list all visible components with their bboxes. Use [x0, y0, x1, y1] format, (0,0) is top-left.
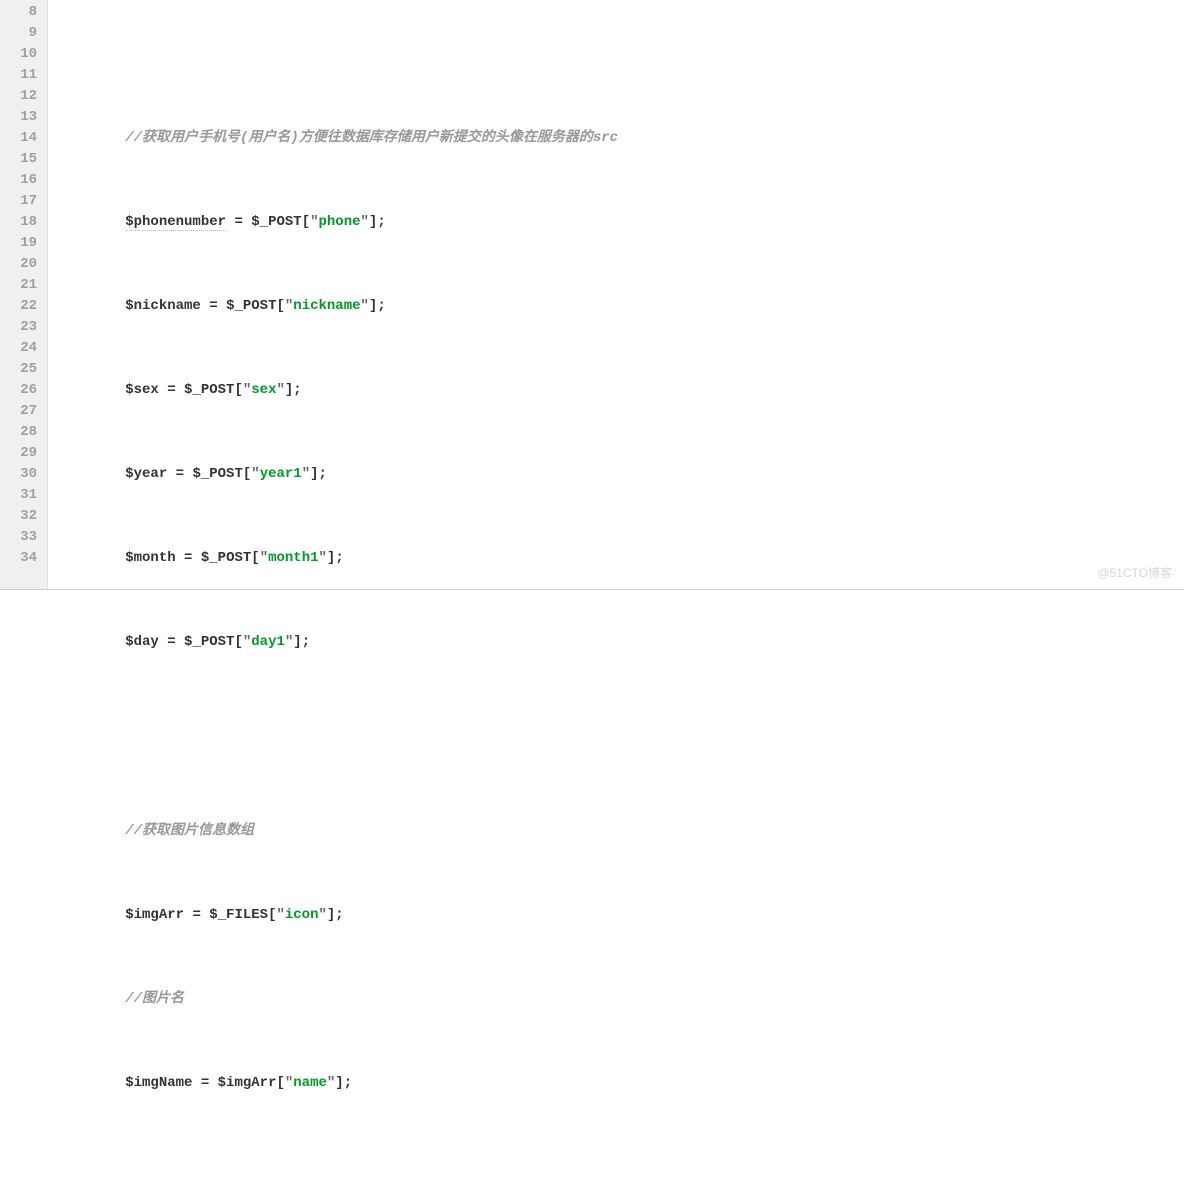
- watermark: @51CTO博客: [1097, 563, 1172, 584]
- line-number: 31: [6, 485, 37, 506]
- comment: //获取用户手机号(用户名)方便往数据库存储用户新提交的头像在服务器的src: [125, 130, 618, 146]
- line-number: 23: [6, 317, 37, 338]
- line-number: 9: [6, 23, 37, 44]
- code-line: $imgName = $imgArr["name"];: [58, 1073, 1184, 1094]
- line-number: 21: [6, 275, 37, 296]
- line-number: 13: [6, 107, 37, 128]
- code-line: $year = $_POST["year1"];: [58, 464, 1184, 485]
- line-number: 20: [6, 254, 37, 275]
- comment: //获取图片信息数组: [125, 823, 254, 839]
- comment: //图片名: [125, 991, 184, 1007]
- code-line: $sex = $_POST["sex"];: [58, 380, 1184, 401]
- line-number: 12: [6, 86, 37, 107]
- code-line: //获取图片信息数组: [58, 821, 1184, 842]
- line-number: 16: [6, 170, 37, 191]
- code-area[interactable]: //获取用户手机号(用户名)方便往数据库存储用户新提交的头像在服务器的src $…: [48, 0, 1184, 589]
- line-number: 32: [6, 506, 37, 527]
- code-line: //获取用户手机号(用户名)方便往数据库存储用户新提交的头像在服务器的src: [58, 128, 1184, 149]
- line-number: 33: [6, 527, 37, 548]
- code-line: $imgArr = $_FILES["icon"];: [58, 905, 1184, 926]
- line-number: 17: [6, 191, 37, 212]
- line-number: 24: [6, 338, 37, 359]
- code-line: //图片名: [58, 989, 1184, 1010]
- line-number: 34: [6, 548, 37, 569]
- code-line: $month = $_POST["month1"];: [58, 548, 1184, 569]
- code-line: $nickname = $_POST["nickname"];: [58, 296, 1184, 317]
- line-number: 22: [6, 296, 37, 317]
- line-number: 8: [6, 2, 37, 23]
- line-number: 14: [6, 128, 37, 149]
- line-number: 10: [6, 44, 37, 65]
- line-number: 29: [6, 443, 37, 464]
- line-number: 25: [6, 359, 37, 380]
- line-number: 26: [6, 380, 37, 401]
- line-number: 18: [6, 212, 37, 233]
- code-editor: 8910111213141516171819202122232425262728…: [0, 0, 1184, 590]
- line-number: 11: [6, 65, 37, 86]
- code-line: $phonenumber = $_POST["phone"];: [58, 212, 1184, 233]
- line-number-gutter: 8910111213141516171819202122232425262728…: [0, 0, 48, 589]
- line-number: 30: [6, 464, 37, 485]
- line-number: 15: [6, 149, 37, 170]
- line-number: 28: [6, 422, 37, 443]
- line-number: 19: [6, 233, 37, 254]
- code-line: $day = $_POST["day1"];: [58, 632, 1184, 653]
- line-number: 27: [6, 401, 37, 422]
